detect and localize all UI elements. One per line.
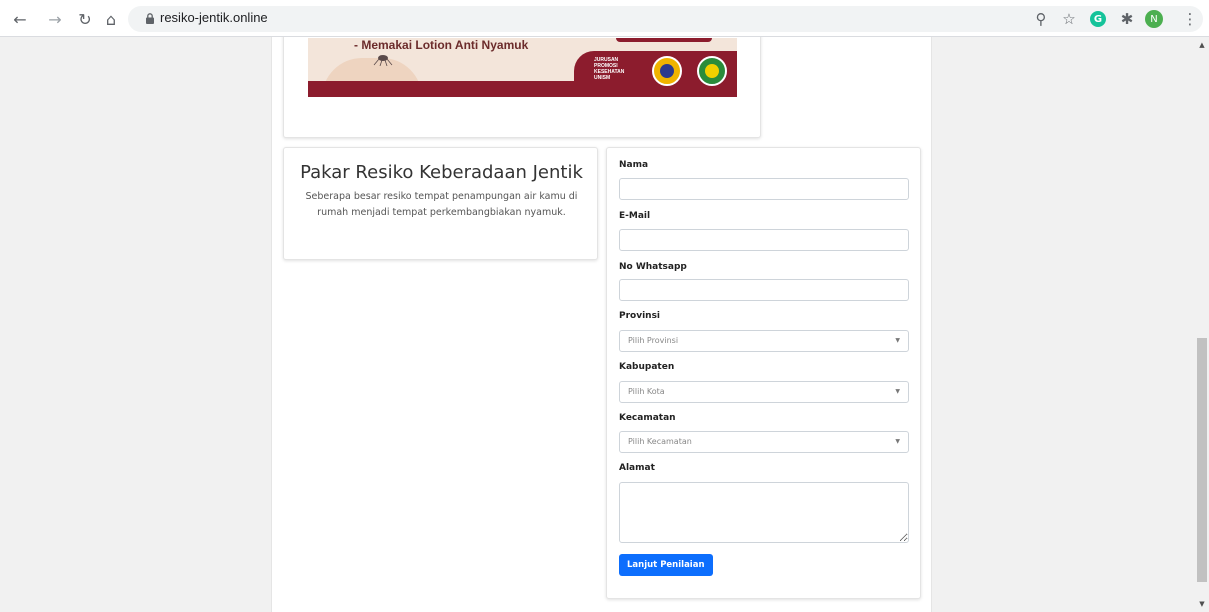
banner-card: - Memakai Lotion Anti Nyamuk JURUSAN PRO…: [283, 37, 761, 138]
kabupaten-placeholder: Pilih Kota: [628, 387, 665, 396]
grammarly-extension-icon[interactable]: G: [1090, 11, 1106, 27]
star-icon[interactable]: ☆: [1059, 9, 1079, 29]
url-text[interactable]: resiko-jentik.online: [160, 10, 268, 25]
kecamatan-label: Kecamatan: [619, 413, 676, 423]
arrow-right-icon[interactable]: →: [45, 9, 65, 29]
main-container: - Memakai Lotion Anti Nyamuk JURUSAN PRO…: [271, 37, 932, 612]
faculty-logo: [697, 56, 727, 86]
nama-input[interactable]: [619, 178, 909, 200]
profile-avatar-icon[interactable]: N: [1145, 10, 1163, 28]
reload-icon[interactable]: ↻: [75, 9, 95, 29]
provinsi-select[interactable]: Pilih Provinsi ▼: [619, 330, 909, 352]
nama-label: Nama: [619, 160, 649, 170]
kecamatan-placeholder: Pilih Kecamatan: [628, 437, 692, 446]
email-label: E-Mail: [619, 211, 651, 221]
alamat-label: Alamat: [619, 463, 655, 473]
chevron-down-icon: ▼: [895, 438, 900, 445]
chevron-down-icon: ▼: [895, 337, 900, 344]
mosquito-icon: [373, 55, 393, 66]
arrow-left-icon[interactable]: ←: [10, 9, 30, 29]
banner-decoration: [616, 38, 712, 42]
page-description: Seberapa besar resiko tempat penampungan…: [305, 191, 578, 218]
puzzle-icon[interactable]: ✱: [1117, 9, 1137, 29]
home-icon[interactable]: ⌂: [101, 9, 121, 29]
email-input[interactable]: [619, 229, 909, 251]
kabupaten-label: Kabupaten: [619, 362, 675, 372]
scrollbar-thumb[interactable]: [1197, 338, 1207, 582]
page-scrollbar[interactable]: ▲ ▼: [1195, 37, 1209, 612]
whatsapp-input[interactable]: [619, 279, 909, 301]
scroll-up-icon[interactable]: ▲: [1195, 41, 1209, 51]
browser-toolbar: ← → ↻ ⌂ resiko-jentik.online ⚲ ☆ G ✱ N ⋮: [0, 0, 1209, 37]
department-name: JURUSAN PROMOSI KESEHATAN UNISM: [594, 57, 625, 81]
kebab-menu-icon[interactable]: ⋮: [1180, 9, 1200, 29]
chevron-down-icon: ▼: [895, 388, 900, 395]
campaign-banner: - Memakai Lotion Anti Nyamuk JURUSAN PRO…: [308, 38, 737, 97]
lanjut-penilaian-button[interactable]: Lanjut Penilaian: [619, 554, 713, 576]
whatsapp-label: No Whatsapp: [619, 262, 687, 272]
university-logo: [652, 56, 682, 86]
banner-tagline: - Memakai Lotion Anti Nyamuk: [354, 38, 529, 52]
kabupaten-select[interactable]: Pilih Kota ▼: [619, 381, 909, 403]
provinsi-label: Provinsi: [619, 311, 661, 321]
provinsi-placeholder: Pilih Provinsi: [628, 336, 679, 345]
page-title: Pakar Resiko Keberadaan Jentik: [300, 162, 583, 183]
registration-form: Nama E-Mail No Whatsapp Provinsi Pilih P…: [606, 147, 921, 599]
zoom-icon[interactable]: ⚲: [1031, 9, 1051, 29]
intro-card: Pakar Resiko Keberadaan Jentik Seberapa …: [283, 147, 598, 260]
lock-icon: [146, 13, 154, 24]
page-viewport: - Memakai Lotion Anti Nyamuk JURUSAN PRO…: [0, 37, 1195, 612]
scroll-down-icon[interactable]: ▼: [1195, 600, 1209, 610]
alamat-textarea[interactable]: [619, 482, 909, 543]
kecamatan-select[interactable]: Pilih Kecamatan ▼: [619, 431, 909, 453]
